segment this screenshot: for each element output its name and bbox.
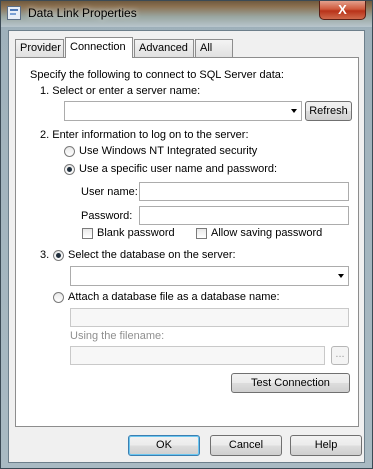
radio-attach-database[interactable] [53, 292, 64, 303]
password-field[interactable] [139, 206, 349, 225]
chevron-down-icon[interactable] [338, 274, 344, 278]
intro-text: Specify the following to connect to SQL … [30, 69, 284, 81]
dialog-client-area: Provider Connection Advanced All Specify… [8, 30, 365, 463]
radio-specific-user[interactable] [64, 164, 75, 175]
close-button[interactable]: X [319, 1, 366, 20]
cancel-button[interactable]: Cancel [210, 435, 282, 456]
server-name-combobox[interactable] [64, 101, 302, 121]
attach-database-name-field[interactable] [70, 308, 349, 327]
tab-all[interactable]: All [195, 39, 233, 57]
test-connection-button[interactable]: Test Connection [231, 373, 350, 393]
tab-provider[interactable]: Provider [15, 39, 64, 57]
password-label: Password: [81, 210, 133, 222]
username-label: User name: [81, 186, 138, 198]
chevron-down-icon[interactable] [291, 109, 297, 113]
radio-select-database-label[interactable]: Select the database on the server: [68, 249, 236, 261]
step2-label: 2. Enter information to log on to the se… [40, 129, 249, 141]
window-title: Data Link Properties [28, 6, 137, 20]
step3-number: 3. [40, 249, 50, 261]
database-combobox[interactable] [70, 266, 349, 286]
browse-button[interactable]: ... [331, 346, 349, 365]
refresh-button[interactable]: Refresh [305, 101, 352, 121]
ok-button[interactable]: OK [128, 435, 200, 456]
allow-saving-password-checkbox[interactable] [196, 228, 207, 239]
radio-select-database[interactable] [53, 250, 64, 261]
filename-field[interactable] [70, 346, 325, 365]
connection-tab-panel: Specify the following to connect to SQL … [15, 57, 359, 427]
blank-password-checkbox[interactable] [82, 228, 93, 239]
radio-attach-database-label[interactable]: Attach a database file as a database nam… [68, 291, 280, 303]
radio-nt-security[interactable] [64, 146, 75, 157]
blank-password-label[interactable]: Blank password [97, 227, 175, 239]
username-field[interactable] [139, 182, 349, 201]
tab-connection[interactable]: Connection [65, 37, 133, 58]
radio-nt-security-label[interactable]: Use Windows NT Integrated security [79, 145, 257, 157]
title-bar[interactable]: Data Link Properties X [1, 1, 372, 27]
tab-advanced[interactable]: Advanced [134, 39, 194, 57]
radio-specific-user-label[interactable]: Use a specific user name and password: [79, 163, 277, 175]
allow-saving-password-label[interactable]: Allow saving password [211, 227, 322, 239]
dialog-window: Data Link Properties X Provider Connecti… [0, 0, 373, 469]
help-button[interactable]: Help [290, 435, 362, 456]
using-filename-label: Using the filename: [70, 330, 165, 342]
step1-label: 1. Select or enter a server name: [40, 85, 201, 97]
data-link-icon [7, 6, 21, 20]
